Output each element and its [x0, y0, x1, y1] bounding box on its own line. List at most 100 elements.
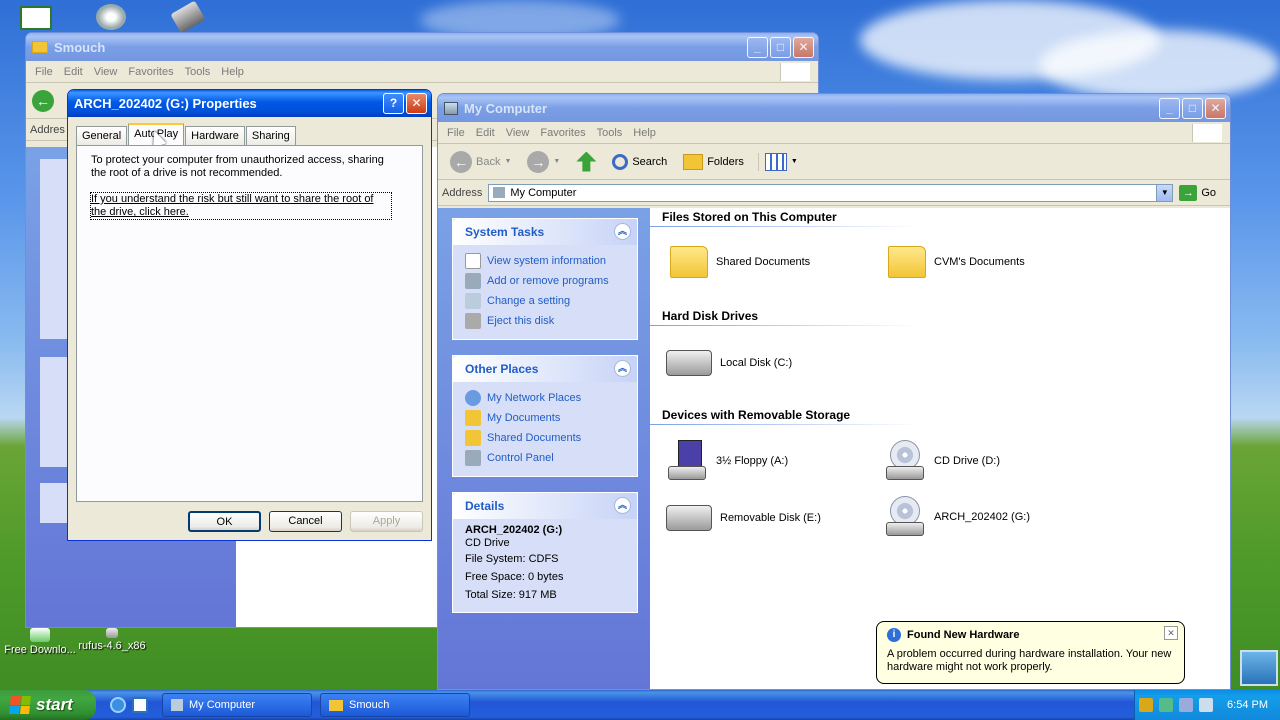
- up-button[interactable]: [570, 151, 602, 172]
- menu-help[interactable]: Help: [221, 66, 244, 78]
- back-button[interactable]: ← Back ▼: [444, 150, 517, 173]
- system-tasks-panel: System Tasks ︽ View system information A…: [452, 218, 638, 340]
- menu-view[interactable]: View: [506, 127, 530, 139]
- panel-header[interactable]: Details ︽: [453, 493, 637, 519]
- task-add-remove-programs[interactable]: Add or remove programs: [465, 271, 625, 291]
- mycomputer-window[interactable]: My Computer _ □ ✕ File Edit View Favorit…: [437, 93, 1231, 690]
- tray-hardware-icon[interactable]: [1139, 698, 1154, 712]
- forward-button[interactable]: → ▼: [521, 150, 566, 173]
- tab-sharing[interactable]: Sharing: [245, 126, 296, 145]
- tab-general[interactable]: General: [76, 126, 128, 145]
- menu-edit[interactable]: Edit: [64, 66, 83, 78]
- minimize-button[interactable]: _: [1159, 98, 1180, 119]
- tray-usb-icon[interactable]: [1179, 698, 1194, 712]
- menu-tools[interactable]: Tools: [185, 66, 211, 78]
- task-view-system-information[interactable]: View system information: [465, 251, 625, 271]
- task-label: Eject this disk: [487, 315, 555, 327]
- item-shared-documents[interactable]: Shared Documents: [670, 246, 810, 278]
- start-button[interactable]: start: [0, 690, 96, 720]
- details-free-space: Free Space: 0 bytes: [465, 571, 564, 583]
- clock[interactable]: 6:54 PM: [1227, 699, 1268, 711]
- quick-launch-ie-icon[interactable]: [110, 697, 126, 713]
- add-remove-icon: [465, 273, 481, 289]
- item-label: ARCH_202402 (G:): [934, 511, 1030, 523]
- menu-help[interactable]: Help: [633, 127, 656, 139]
- desktop-icon-rufus[interactable]: rufus-4.6_x86: [72, 628, 152, 652]
- item-cvms-documents[interactable]: CVM's Documents: [888, 246, 1025, 278]
- properties-dialog[interactable]: ARCH_202402 (G:) Properties ? ✕ General …: [67, 89, 432, 541]
- desktop-icon-top-1[interactable]: [20, 6, 52, 30]
- task-label: View system information: [487, 255, 607, 267]
- item-arch-g[interactable]: ARCH_202402 (G:): [884, 496, 1030, 538]
- item-cd-drive-d[interactable]: CD Drive (D:): [884, 440, 1000, 482]
- task-eject-disk[interactable]: Eject this disk: [465, 311, 625, 331]
- taskbar-button-label: My Computer: [189, 699, 256, 711]
- window-title: My Computer: [464, 100, 548, 116]
- menu-view[interactable]: View: [94, 66, 118, 78]
- cancel-button[interactable]: Cancel: [269, 511, 342, 532]
- place-my-network-places[interactable]: My Network Places: [465, 388, 625, 408]
- item-floppy-a[interactable]: 3½ Floppy (A:): [666, 440, 788, 482]
- menu-tools[interactable]: Tools: [597, 127, 623, 139]
- minimize-button[interactable]: _: [747, 37, 768, 58]
- panel-header[interactable]: System Tasks ︽: [453, 219, 637, 245]
- dialog-titlebar[interactable]: ARCH_202402 (G:) Properties ? ✕: [68, 90, 431, 117]
- mycomputer-titlebar[interactable]: My Computer _ □ ✕: [438, 94, 1230, 122]
- desktop-icon-bottom-right[interactable]: [1240, 650, 1278, 686]
- cd-drive-icon: [884, 440, 926, 482]
- sharing-warning-text: To protect your computer from unauthoriz…: [91, 154, 384, 179]
- item-removable-disk-e[interactable]: Removable Disk (E:): [666, 505, 821, 531]
- smouch-titlebar[interactable]: Smouch _ □ ✕: [26, 33, 818, 61]
- close-button[interactable]: ✕: [1205, 98, 1226, 119]
- place-shared-documents[interactable]: Shared Documents: [465, 428, 625, 448]
- address-value: My Computer: [510, 186, 577, 199]
- menu-file[interactable]: File: [35, 66, 53, 78]
- place-my-documents[interactable]: My Documents: [465, 408, 625, 428]
- collapse-chevron-icon[interactable]: ︽: [614, 497, 631, 514]
- tray-display-icon[interactable]: [1199, 698, 1214, 712]
- task-change-setting[interactable]: Change a setting: [465, 291, 625, 311]
- details-filesystem: File System: CDFS: [465, 553, 559, 565]
- share-root-link[interactable]: If you understand the risk but still wan…: [90, 192, 392, 220]
- quick-launch-desktop-icon[interactable]: [132, 697, 148, 713]
- collapse-chevron-icon[interactable]: ︽: [614, 223, 631, 240]
- details-name: ARCH_202402 (G:): [465, 524, 563, 536]
- item-local-disk-c[interactable]: Local Disk (C:): [666, 350, 792, 376]
- found-new-hardware-balloon[interactable]: i Found New Hardware A problem occurred …: [876, 621, 1185, 684]
- ok-button[interactable]: OK: [188, 511, 261, 532]
- collapse-chevron-icon[interactable]: ︽: [614, 360, 631, 377]
- maximize-button[interactable]: □: [1182, 98, 1203, 119]
- place-control-panel[interactable]: Control Panel: [465, 448, 625, 468]
- desktop-icon-label: rufus-4.6_x86: [78, 640, 146, 652]
- panel-header[interactable]: Other Places ︽: [453, 356, 637, 382]
- address-input[interactable]: My Computer ▼: [488, 183, 1174, 202]
- chevron-down-icon[interactable]: ▼: [1156, 184, 1173, 201]
- views-button[interactable]: ▼: [757, 152, 804, 171]
- menu-favorites[interactable]: Favorites: [540, 127, 585, 139]
- tray-network-icon[interactable]: [1159, 698, 1174, 712]
- menu-favorites[interactable]: Favorites: [128, 66, 173, 78]
- folders-button[interactable]: Folders: [677, 153, 750, 170]
- taskbar-button-my-computer[interactable]: My Computer: [162, 693, 312, 717]
- address-label: Address: [442, 186, 483, 199]
- close-button[interactable]: ✕: [406, 93, 427, 114]
- menu-edit[interactable]: Edit: [476, 127, 495, 139]
- taskbar-button-smouch[interactable]: Smouch: [320, 693, 470, 717]
- desktop-icon-top-3[interactable]: [170, 0, 206, 34]
- go-button[interactable]: → Go: [1179, 184, 1216, 201]
- close-icon[interactable]: ✕: [1164, 626, 1178, 640]
- back-arrow-icon[interactable]: ←: [32, 89, 54, 112]
- tab-hardware[interactable]: Hardware: [185, 126, 245, 145]
- desktop-icon-free-download[interactable]: Free Downlo...: [0, 628, 80, 656]
- balloon-text: A problem occurred during hardware insta…: [887, 648, 1172, 673]
- search-button[interactable]: Search: [606, 153, 673, 170]
- desktop-icon-label: Free Downlo...: [4, 644, 76, 656]
- menu-file[interactable]: File: [447, 127, 465, 139]
- apply-button[interactable]: Apply: [350, 511, 423, 532]
- help-button[interactable]: ?: [383, 93, 404, 114]
- close-button[interactable]: ✕: [793, 37, 814, 58]
- folders-label: Folders: [707, 155, 744, 168]
- panel-title: Other Places: [465, 362, 539, 376]
- maximize-button[interactable]: □: [770, 37, 791, 58]
- desktop-icon-top-2[interactable]: [96, 4, 126, 30]
